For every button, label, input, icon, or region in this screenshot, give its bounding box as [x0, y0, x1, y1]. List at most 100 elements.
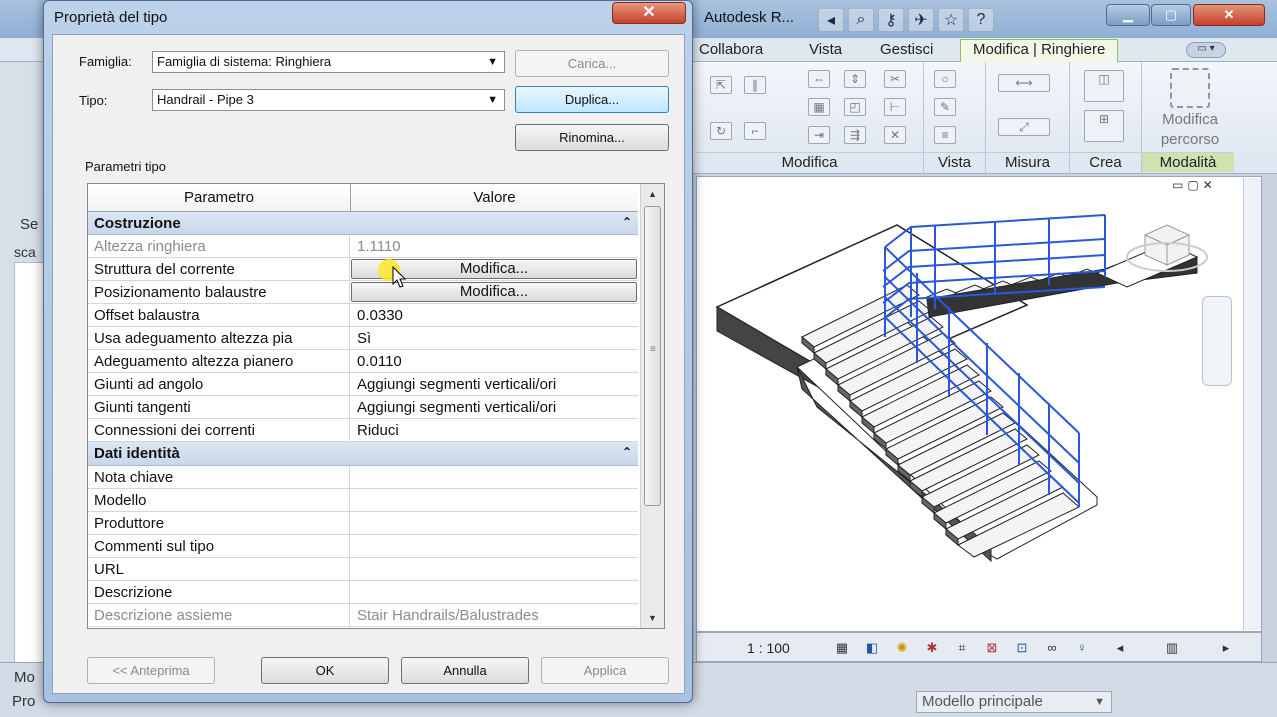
param-value[interactable]	[351, 535, 638, 558]
collapse-chevron-icon[interactable]: ⌃	[622, 212, 632, 232]
column-header-valore[interactable]: Valore	[351, 184, 638, 212]
table-row: Descrizione assieme Stair Handrails/Balu…	[88, 604, 638, 627]
edit-path-label[interactable]: Modifica percorso	[1148, 110, 1232, 150]
carica-button[interactable]: Carica...	[515, 50, 669, 77]
panel-misura: ⟷ ⤢ Misura	[986, 62, 1070, 174]
param-value[interactable]: 0.0330	[351, 304, 638, 327]
scroll-thumb[interactable]: ≡	[644, 206, 661, 506]
copy-icon[interactable]: ⇶	[844, 126, 866, 144]
scroll-right-icon[interactable]: ▸	[1217, 640, 1235, 655]
reveal-hidden-icon[interactable]: ♀	[1073, 640, 1091, 655]
param-value[interactable]: Stair Handrails/Balustrades	[351, 604, 638, 627]
param-value[interactable]: Riduci	[351, 419, 638, 442]
scroll-down-icon[interactable]: ▼	[641, 608, 664, 628]
tab-gestisci[interactable]: Gestisci	[880, 41, 933, 58]
tipo-dropdown[interactable]: Handrail - Pipe 3 ▼	[152, 89, 505, 111]
delete-icon[interactable]: ✕	[884, 126, 906, 144]
collapse-chevron-icon[interactable]: ⌃	[622, 442, 632, 462]
crop-view-icon[interactable]: ⌗	[953, 640, 971, 655]
scroll-up-icon[interactable]: ▲	[641, 184, 664, 204]
panel-crea: ◫ ⊞ Crea	[1070, 62, 1142, 174]
duplica-button[interactable]: Duplica...	[515, 86, 669, 113]
param-value[interactable]: 0.0110	[351, 350, 638, 373]
create-similar-icon[interactable]: ⊞	[1084, 110, 1124, 142]
visual-style-icon[interactable]: ◧	[863, 640, 881, 655]
table-row: Nota chiave	[88, 466, 638, 489]
applica-button[interactable]: Applica	[541, 657, 669, 684]
panel-title-vista: Vista	[924, 152, 985, 172]
minimize-button[interactable]: ▁	[1106, 4, 1150, 26]
column-header-parametro[interactable]: Parametro	[88, 184, 351, 212]
maximize-button[interactable]: ▢	[1151, 4, 1191, 26]
edit-path-icon[interactable]	[1170, 68, 1210, 108]
temp-hide-icon[interactable]: ∞	[1043, 640, 1061, 655]
param-value[interactable]	[351, 489, 638, 512]
paint-icon[interactable]: ✎	[934, 98, 956, 116]
tab-modifica-ringhiere[interactable]: Modifica | Ringhiere	[960, 39, 1119, 62]
shadows-icon[interactable]: ✱	[923, 640, 941, 655]
dialog-close-button[interactable]: ✕	[612, 2, 686, 24]
offset-icon[interactable]: ∥	[744, 76, 766, 94]
scroll-left-icon[interactable]: ◂	[1111, 640, 1129, 655]
param-value[interactable]: Sì	[351, 327, 638, 350]
back-arrow-icon[interactable]: ◂	[818, 8, 844, 32]
align-icon[interactable]: ⇱	[710, 76, 732, 94]
status-text-mo: Mo	[14, 669, 35, 686]
measure-icon[interactable]: ⟷	[998, 74, 1050, 92]
show-crop-icon[interactable]: ⊠	[983, 640, 1001, 655]
ribbon-minimize-icon[interactable]: ▭ ▾	[1186, 42, 1226, 58]
group-dati-identita[interactable]: Dati identità ⌃	[88, 442, 638, 466]
ok-button[interactable]: OK	[261, 657, 389, 684]
viewport-vertical-scrollbar[interactable]	[1243, 178, 1261, 630]
h-scroll-thumb-icon[interactable]: ▥	[1163, 640, 1181, 655]
sun-path-icon[interactable]: ✺	[893, 640, 911, 655]
navigation-bar[interactable]	[1202, 296, 1232, 386]
grid-header: Parametro Valore	[88, 184, 638, 212]
rotate-icon[interactable]: ↻	[710, 122, 732, 140]
param-value[interactable]	[351, 512, 638, 535]
bulb-icon[interactable]: ○	[934, 70, 956, 88]
satellite-icon[interactable]: ✈	[908, 8, 934, 32]
param-value[interactable]	[351, 466, 638, 489]
param-value[interactable]: Aggiungi segmenti verticali/ori	[351, 396, 638, 419]
linework-icon[interactable]: ≡	[934, 126, 956, 144]
param-value[interactable]	[351, 581, 638, 604]
tab-collabora[interactable]: Collabora	[699, 41, 763, 58]
move-icon[interactable]: ⇥	[808, 126, 830, 144]
pin-icon[interactable]: ⊢	[884, 98, 906, 116]
mirror-icon[interactable]: ⇔	[808, 70, 830, 88]
param-value[interactable]: Aggiungi segmenti verticali/ori	[351, 373, 638, 396]
scale-icon[interactable]: ◰	[844, 98, 866, 116]
anteprima-button[interactable]: << Anteprima	[87, 657, 215, 684]
binoculars-icon[interactable]: ⌕	[848, 8, 874, 32]
app-close-button[interactable]: ✕	[1193, 4, 1265, 26]
detail-level-icon[interactable]: ▦	[833, 640, 851, 655]
param-name: Descrizione assieme	[88, 604, 350, 627]
3d-viewport[interactable]	[696, 176, 1262, 632]
famiglia-dropdown[interactable]: Famiglia di sistema: Ringhiera ▼	[152, 51, 505, 73]
view-scale[interactable]: 1 : 100	[747, 640, 790, 656]
table-row: Posizionamento balaustre Modifica...	[88, 281, 638, 304]
help-icon[interactable]: ?	[968, 8, 994, 32]
grid-vertical-scrollbar[interactable]: ▲ ≡ ▼	[640, 184, 664, 628]
split-icon[interactable]: ✂	[884, 70, 906, 88]
annulla-button[interactable]: Annulla	[401, 657, 529, 684]
table-row: Produttore	[88, 512, 638, 535]
rinomina-button[interactable]: Rinomina...	[515, 124, 669, 151]
dimension-icon[interactable]: ⤢	[998, 118, 1050, 136]
viewport-window-controls[interactable]: ▭▢✕	[1172, 178, 1217, 192]
create-group-icon[interactable]: ◫	[1084, 70, 1124, 102]
workset-dropdown[interactable]: Modello principale ▼	[916, 691, 1112, 713]
star-icon[interactable]: ☆	[938, 8, 964, 32]
param-value[interactable]	[351, 558, 638, 581]
tab-vista[interactable]: Vista	[809, 41, 842, 58]
lock-view-icon[interactable]: ⊡	[1013, 640, 1031, 655]
key-icon[interactable]: ⚷	[878, 8, 904, 32]
array-icon[interactable]: ▦	[808, 98, 830, 116]
panel-title-crea: Crea	[1070, 152, 1141, 172]
table-row: Usa adeguamento altezza pia Sì	[88, 327, 638, 350]
group-costruzione[interactable]: Costruzione ⌃	[88, 212, 638, 235]
trim-icon[interactable]: ⌐	[744, 122, 766, 140]
mirror-draw-icon[interactable]: ⇕	[844, 70, 866, 88]
table-row: Giunti tangenti Aggiungi segmenti vertic…	[88, 396, 638, 419]
